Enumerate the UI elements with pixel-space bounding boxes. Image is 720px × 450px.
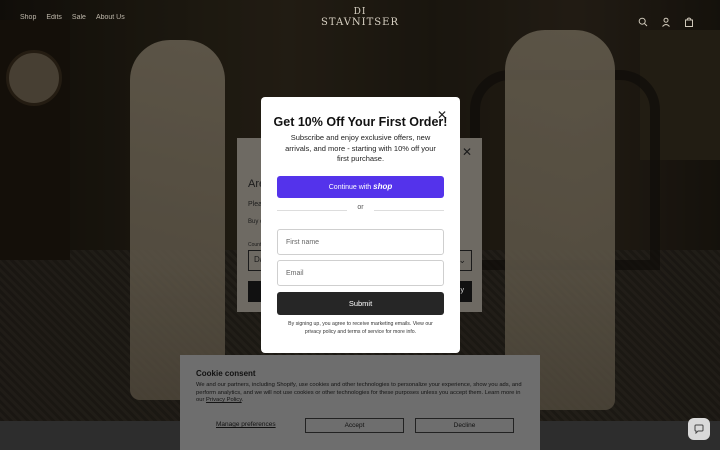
privacy-policy-link[interactable]: Privacy Policy — [206, 397, 242, 403]
site-header: Shop Edits Sale About Us DI STAVNITSER — [0, 0, 720, 40]
discount-signup-popup: ✕ Get 10% Off Your First Order! Subscrib… — [261, 97, 460, 353]
locale-select-label: Count — [248, 242, 262, 248]
popup-title: Get 10% Off Your First Order! — [273, 115, 448, 129]
manage-preferences-link[interactable]: Manage preferences — [216, 421, 276, 428]
accept-button[interactable]: Accept — [305, 418, 404, 433]
cart-icon[interactable] — [684, 14, 694, 27]
nav-sale[interactable]: Sale — [72, 14, 86, 21]
legal-disclaimer: By signing up, you agree to receive mark… — [288, 321, 433, 335]
decline-button[interactable]: Decline — [415, 418, 514, 433]
cookie-body: We and our partners, including Shopify, … — [196, 382, 522, 404]
header-icons — [638, 14, 694, 27]
nav-shop[interactable]: Shop — [20, 14, 36, 21]
account-icon[interactable] — [661, 14, 671, 27]
main-nav: Shop Edits Sale About Us — [20, 14, 125, 21]
chat-bubble-icon — [694, 424, 704, 434]
cookie-period: . — [241, 397, 244, 404]
locale-close-icon[interactable]: ✕ — [462, 146, 472, 158]
shop-button-label: Continue with — [328, 184, 372, 191]
nav-about-us[interactable]: About Us — [96, 14, 125, 21]
search-icon[interactable] — [638, 14, 648, 27]
cookie-consent-banner: Cookie consent We and our partners, incl… — [180, 355, 540, 450]
cookie-text: We and our partners, including Shopify, … — [196, 382, 526, 405]
continue-with-shop-button[interactable]: Continue with shop — [277, 176, 444, 198]
first-name-field[interactable]: First name — [277, 229, 444, 255]
chat-button[interactable] — [688, 418, 710, 440]
email-field[interactable]: Email — [277, 260, 444, 286]
submit-button[interactable]: Submit — [277, 292, 444, 315]
or-divider: or — [277, 204, 444, 216]
locale-line-1: Plea — [248, 201, 263, 208]
logo-line-2: STAVNITSER — [321, 17, 399, 28]
cookie-title: Cookie consent — [196, 369, 256, 378]
nav-edits[interactable]: Edits — [46, 14, 62, 21]
popup-subtitle: Subscribe and enjoy exclusive offers, ne… — [285, 133, 436, 163]
brand-logo[interactable]: DI STAVNITSER — [320, 8, 400, 28]
logo-line-1: DI — [353, 7, 367, 17]
shop-logo: shop — [373, 182, 393, 191]
